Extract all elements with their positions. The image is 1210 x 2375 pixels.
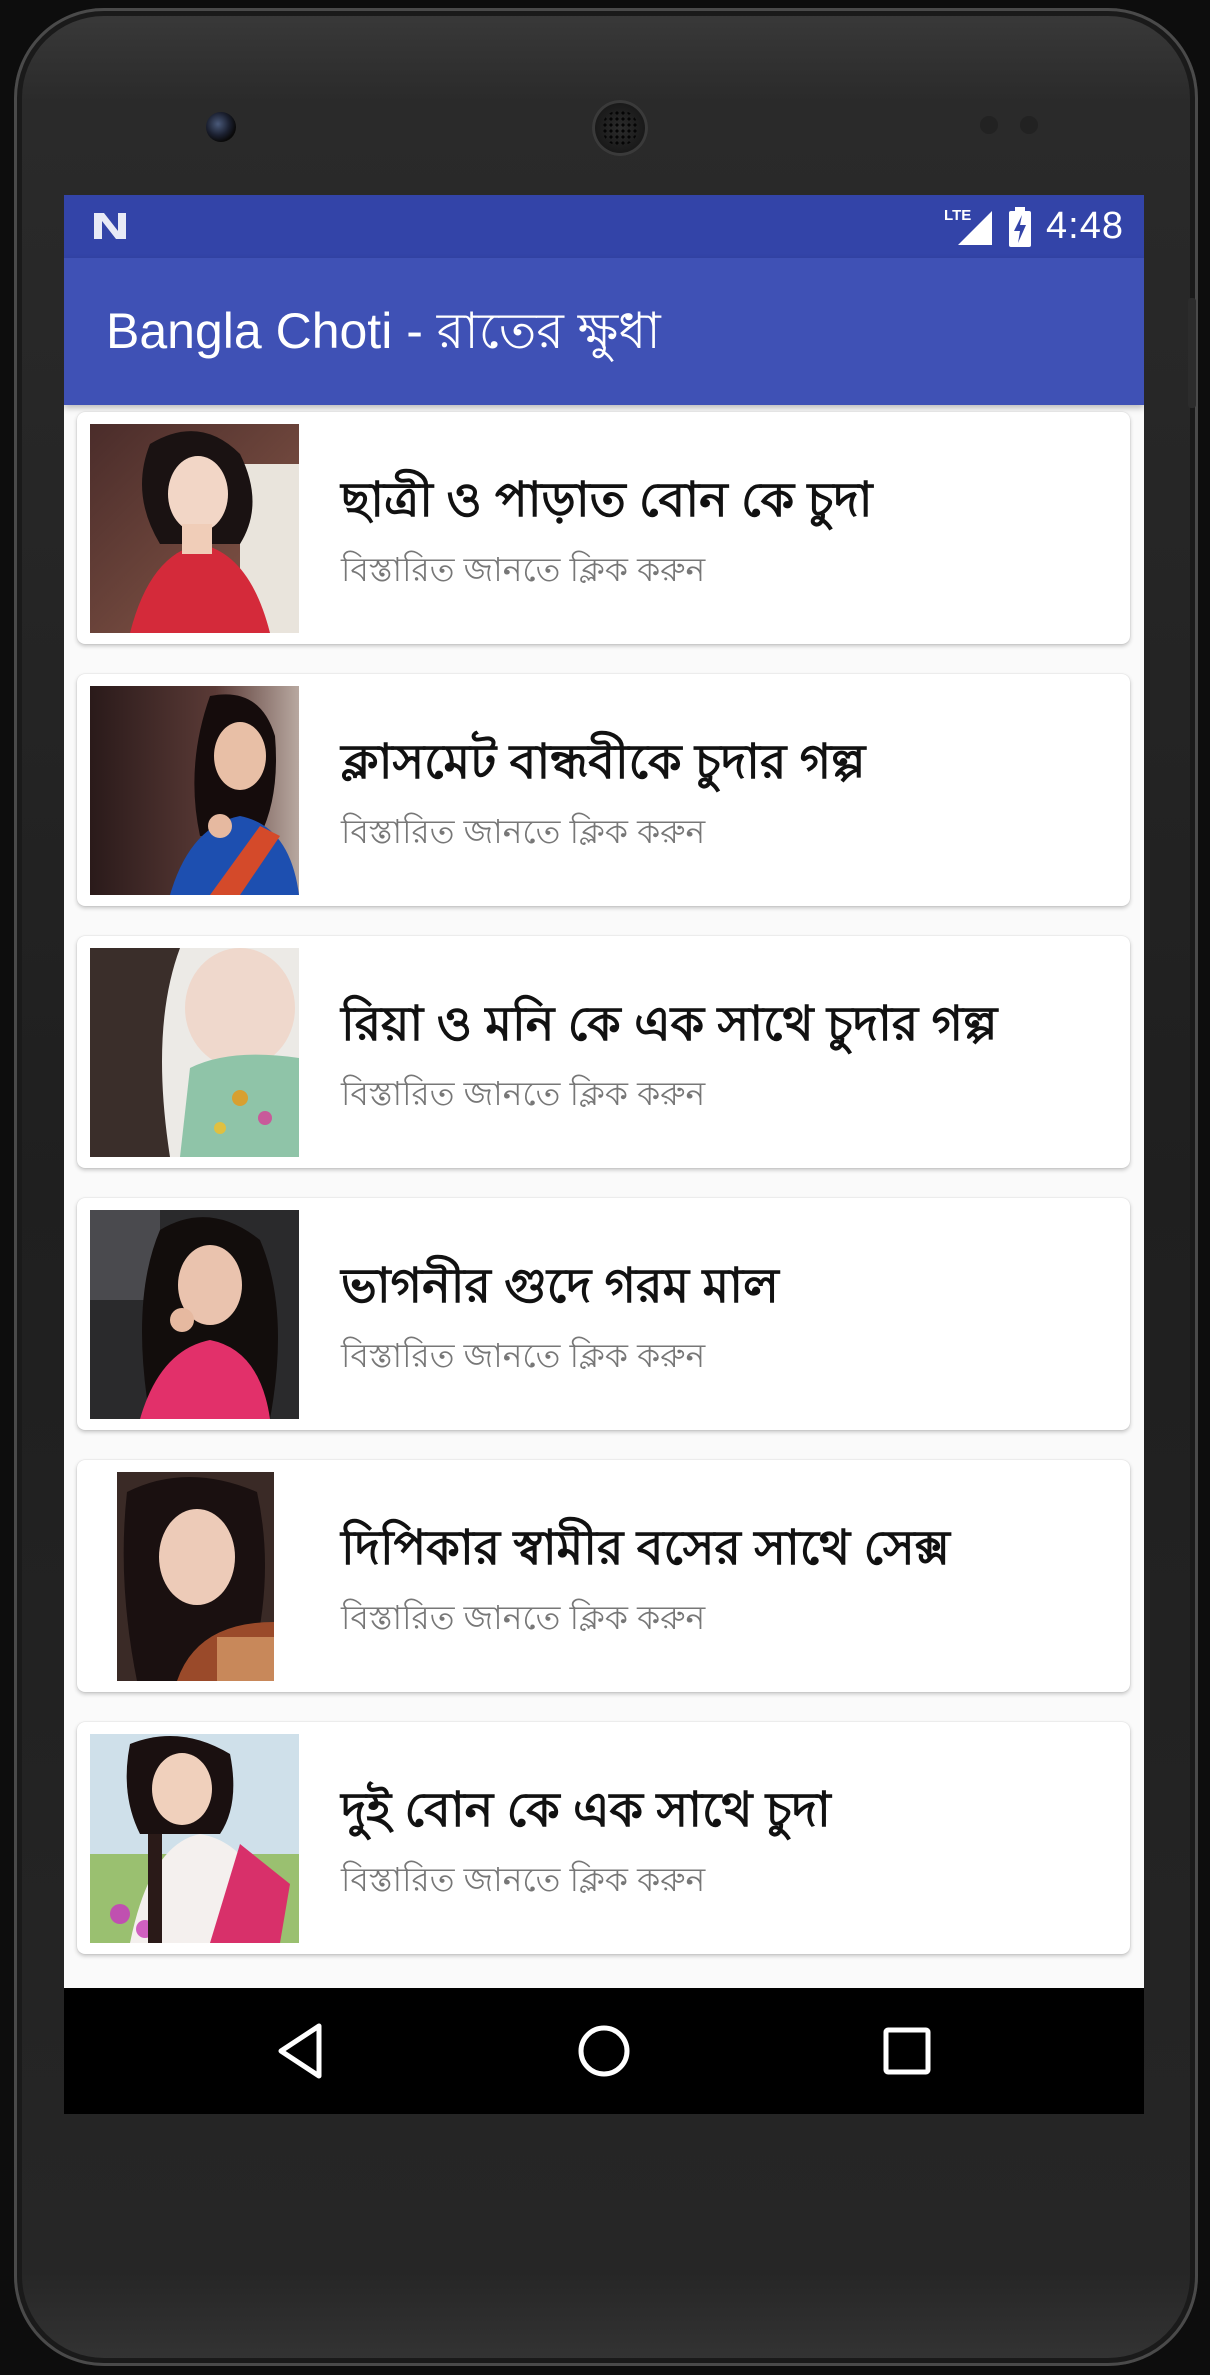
story-title: দিপিকার স্বামীর বসের সাথে সেক্স: [341, 1522, 950, 1575]
story-title: দুই বোন কে এক সাথে চুদা: [341, 1784, 831, 1837]
app-bar: Bangla Choti - রাতের ক্ষুধা: [64, 258, 1144, 405]
story-card-4[interactable]: ভাগনীর গুদে গরম মাল বিস্তারিত জানতে ক্লি…: [77, 1198, 1130, 1430]
front-camera: [206, 112, 236, 142]
story-thumbnail: [90, 424, 299, 633]
back-triangle-icon[interactable]: [269, 2018, 335, 2084]
home-circle-icon[interactable]: [571, 2018, 637, 2084]
story-card-3[interactable]: রিয়া ও মনি কে এক সাথে চুদার গল্প বিস্তা…: [77, 936, 1130, 1168]
phone-screen: LTE 4:48 Bangla Choti - রাতের ক্ষুধা ছাত…: [64, 195, 1144, 2114]
notification-n-icon: [94, 213, 126, 239]
status-time: 4:48: [1046, 205, 1124, 247]
story-title: ক্লাসমেট বান্ধবীকে চুদার গল্প: [341, 736, 866, 789]
story-title: ছাত্রী ও পাড়াত বোন কে চুদা: [341, 474, 873, 527]
story-subtitle: বিস্তারিত জানতে ক্লিক করুন: [341, 813, 706, 850]
story-thumbnail: [117, 1472, 274, 1681]
story-card-1[interactable]: ছাত্রী ও পাড়াত বোন কে চুদা বিস্তারিত জা…: [77, 412, 1130, 644]
volume-button: [1188, 298, 1196, 408]
story-thumbnail: [90, 686, 299, 895]
lte-signal-icon: LTE: [944, 207, 994, 247]
status-icons: LTE 4:48: [944, 195, 1124, 258]
navigation-bar: [64, 1988, 1144, 2114]
recents-square-icon[interactable]: [874, 2018, 940, 2084]
story-subtitle: বিস্তারিত জানতে ক্লিক করুন: [341, 1861, 706, 1898]
story-title: ভাগনীর গুদে গরম মাল: [341, 1260, 779, 1313]
story-subtitle: বিস্তারিত জানতে ক্লিক করুন: [341, 551, 706, 588]
story-thumbnail: [90, 1734, 299, 1943]
battery-charging-icon: [1009, 206, 1032, 247]
story-subtitle: বিস্তারিত জানতে ক্লিক করুন: [341, 1599, 706, 1636]
app-title: Bangla Choti - রাতের ক্ষুধা: [106, 303, 661, 359]
story-card-5[interactable]: দিপিকার স্বামীর বসের সাথে সেক্স বিস্তারি…: [77, 1460, 1130, 1692]
story-subtitle: বিস্তারিত জানতে ক্লিক করুন: [341, 1337, 706, 1374]
story-subtitle: বিস্তারিত জানতে ক্লিক করুন: [341, 1075, 706, 1112]
story-thumbnail: [90, 948, 299, 1157]
story-card-6[interactable]: দুই বোন কে এক সাথে চুদা বিস্তারিত জানতে …: [77, 1722, 1130, 1954]
status-bar: LTE 4:48: [64, 195, 1144, 258]
light-sensor: [1020, 116, 1038, 134]
story-thumbnail: [90, 1210, 299, 1419]
story-card-2[interactable]: ক্লাসমেট বান্ধবীকে চুদার গল্প বিস্তারিত …: [77, 674, 1130, 906]
earpiece-speaker: [592, 100, 648, 156]
proximity-sensor: [980, 116, 998, 134]
story-title: রিয়া ও মনি কে এক সাথে চুদার গল্প: [341, 998, 998, 1051]
